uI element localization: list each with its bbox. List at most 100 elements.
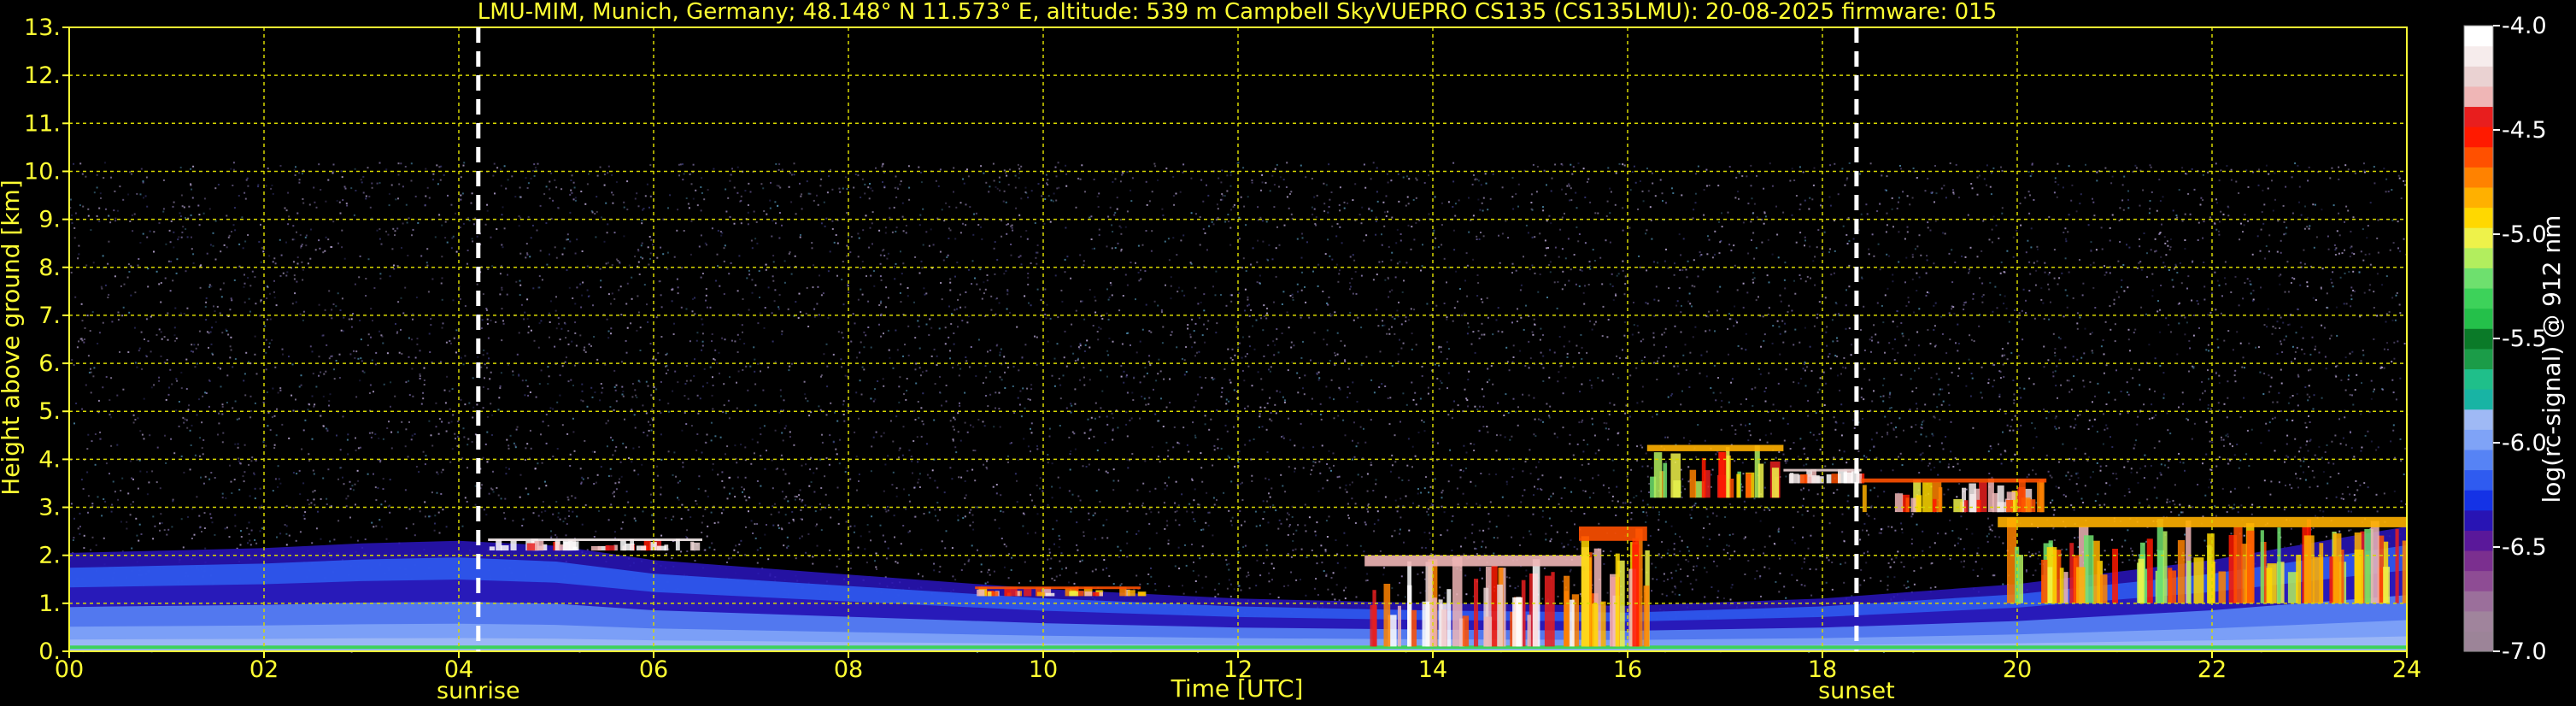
noise-pixel: [1339, 388, 1341, 391]
noise-pixel: [314, 403, 316, 406]
noise-pixel: [191, 236, 192, 238]
noise-pixel: [1268, 368, 1270, 371]
noise-pixel: [1440, 350, 1442, 353]
noise-pixel: [1628, 415, 1631, 418]
noise-pixel: [2006, 424, 2009, 427]
noise-pixel: [226, 330, 228, 332]
noise-pixel: [1302, 387, 1304, 390]
noise-pixel: [397, 301, 400, 303]
noise-pixel: [331, 309, 333, 311]
noise-pixel: [2033, 198, 2035, 201]
noise-pixel: [244, 301, 246, 303]
noise-pixel: [700, 186, 702, 188]
noise-pixel: [969, 206, 971, 209]
noise-pixel: [945, 530, 948, 532]
noise-pixel: [2162, 397, 2165, 399]
noise-pixel: [2391, 297, 2394, 299]
noise-pixel: [1052, 528, 1054, 531]
noise-pixel: [1860, 396, 1863, 398]
noise-pixel: [2193, 188, 2196, 191]
noise-pixel: [604, 363, 607, 366]
noise-pixel: [838, 462, 841, 465]
noise-pixel: [1499, 262, 1501, 264]
noise-pixel: [346, 438, 349, 441]
noise-pixel: [1991, 529, 1993, 532]
noise-pixel: [81, 339, 84, 342]
noise-pixel: [1305, 301, 1307, 303]
noise-pixel: [953, 332, 955, 334]
noise-pixel: [870, 274, 872, 277]
noise-pixel: [1429, 485, 1432, 488]
noise-pixel: [2044, 271, 2046, 274]
noise-pixel: [701, 318, 703, 321]
noise-pixel: [1255, 585, 1258, 587]
noise-pixel: [389, 479, 391, 481]
noise-pixel: [1766, 441, 1769, 444]
noise-pixel: [79, 512, 81, 515]
noise-pixel: [798, 292, 801, 295]
noise-pixel: [910, 456, 912, 457]
noise-pixel: [1795, 195, 1798, 197]
noise-pixel: [2224, 277, 2226, 279]
noise-pixel: [556, 207, 559, 209]
noise-pixel: [867, 327, 870, 328]
noise-pixel: [209, 513, 212, 515]
noise-pixel: [1474, 405, 1476, 408]
noise-pixel: [1615, 515, 1617, 516]
noise-pixel: [569, 453, 572, 456]
noise-pixel: [1839, 389, 1841, 391]
noise-pixel: [588, 343, 590, 345]
noise-pixel: [1229, 174, 1232, 176]
noise-pixel: [939, 168, 942, 171]
noise-pixel: [1956, 496, 1958, 498]
noise-pixel: [1372, 279, 1375, 281]
noise-pixel: [1768, 306, 1770, 309]
noise-pixel: [1024, 344, 1027, 346]
noise-pixel: [1335, 584, 1338, 586]
noise-pixel: [1117, 242, 1119, 244]
noise-pixel: [992, 485, 995, 488]
noise-pixel: [2113, 303, 2115, 305]
noise-pixel: [511, 175, 513, 178]
noise-pixel: [2018, 317, 2021, 320]
noise-pixel: [777, 168, 780, 171]
noise-pixel: [983, 425, 986, 427]
noise-pixel: [734, 496, 736, 498]
noise-pixel: [296, 262, 299, 265]
noise-pixel: [434, 515, 437, 517]
noise-pixel: [2356, 489, 2359, 491]
noise-pixel: [2061, 548, 2063, 550]
noise-pixel: [376, 182, 378, 185]
noise-pixel: [695, 500, 697, 502]
noise-pixel: [158, 328, 161, 331]
noise-pixel: [174, 307, 177, 309]
noise-pixel: [1611, 273, 1613, 275]
noise-pixel: [1564, 193, 1567, 196]
noise-pixel: [177, 238, 179, 241]
noise-pixel: [1871, 339, 1873, 342]
noise-pixel: [339, 449, 342, 451]
noise-pixel: [2034, 427, 2036, 430]
noise-pixel: [2280, 343, 2283, 345]
noise-pixel: [1941, 388, 1944, 391]
noise-pixel: [1012, 385, 1014, 387]
noise-pixel: [1554, 246, 1557, 249]
noise-pixel: [1323, 338, 1325, 341]
noise-pixel: [854, 174, 857, 175]
noise-pixel: [1166, 520, 1168, 522]
noise-pixel: [1548, 376, 1551, 379]
noise-pixel: [1275, 275, 1277, 278]
noise-pixel: [1453, 249, 1456, 251]
noise-pixel: [2329, 476, 2332, 478]
noise-pixel: [1564, 376, 1567, 379]
noise-pixel: [73, 364, 75, 366]
noise-pixel: [1457, 503, 1459, 506]
noise-pixel: [569, 240, 572, 243]
noise-pixel: [561, 424, 564, 427]
noise-pixel: [436, 471, 438, 474]
noise-pixel: [2065, 548, 2068, 550]
noise-pixel: [968, 511, 971, 514]
noise-pixel: [1339, 486, 1341, 489]
noise-pixel: [1451, 417, 1453, 420]
noise-pixel: [220, 250, 222, 253]
